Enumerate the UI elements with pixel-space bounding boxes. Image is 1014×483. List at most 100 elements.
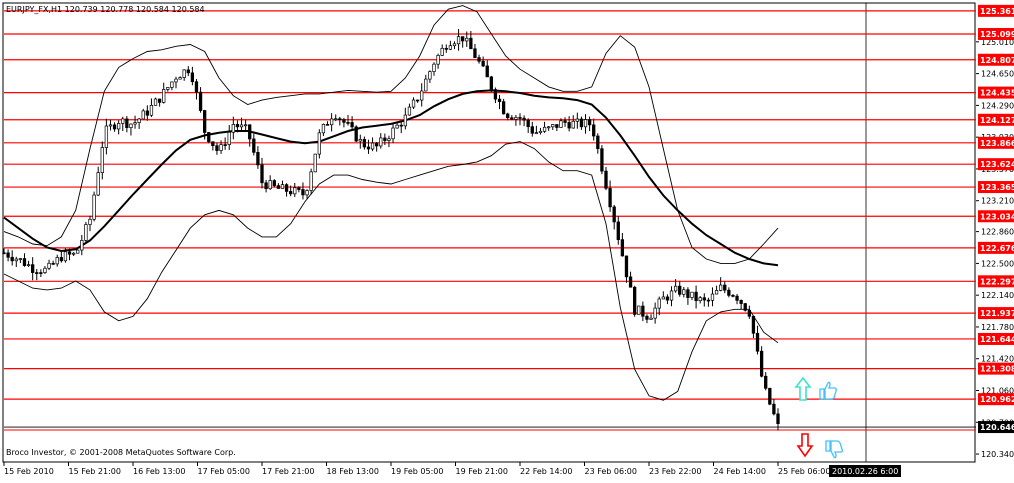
candle-body [547,126,551,129]
candle-body [6,252,10,258]
candle-body [10,256,14,262]
candle-body [399,124,403,127]
candle-body [714,290,719,295]
candle-body [178,77,182,80]
candle-body [18,258,23,260]
candle-body [514,117,518,120]
candle [633,285,637,317]
candle-body [153,98,158,106]
candle-body [551,124,555,128]
candle-body [747,309,751,317]
x-tick-label: 15 Feb 2010 [4,467,54,476]
y-tick-label: 124.290 [981,101,1014,110]
candle-body [649,317,653,320]
candle-body [403,114,407,127]
candle-body [268,180,272,190]
candle-body [63,251,68,262]
y-tick-label: 124.650 [981,70,1014,79]
candle-body [59,257,63,262]
candle-body [612,206,616,223]
candle-body [592,124,596,137]
candle-body [510,117,514,120]
candle-body [567,122,571,129]
candle-body [698,297,702,302]
candle-body [424,78,428,92]
candle-body [211,141,215,147]
candle-body [157,98,162,103]
candle-body [141,110,145,120]
candle-body [387,138,391,141]
candle-body [587,119,592,126]
candle-body [759,350,764,377]
price-label: 120.646 [980,423,1014,432]
candle-body [755,332,760,352]
candle-body [719,284,723,291]
candle-body [88,218,92,225]
x-tick-label: 23 Feb 22:00 [649,467,701,476]
candle-body [530,126,534,134]
candle-body [96,172,100,196]
candle-body [702,297,706,301]
candle-body [219,144,223,151]
candle-body [358,138,362,142]
candle [637,305,641,315]
candle-body [608,187,612,208]
level-label: 123.365 [980,183,1014,192]
candle-body [284,184,289,192]
candle-body [162,89,166,103]
level-label: 122.297 [980,277,1014,286]
candle-body [227,131,231,145]
candle-body [260,164,264,184]
candle-body [690,291,694,298]
candle-body [440,47,444,56]
candle [317,129,321,159]
candle-body [657,298,661,309]
candle-body [407,106,412,116]
candle-body [555,124,559,128]
candle-body [231,124,235,133]
candle-body [309,171,313,191]
candle-body [776,413,780,424]
candle-body [55,257,59,265]
candle-body [104,125,109,148]
candle-body [600,148,604,172]
candle-body [338,118,342,121]
candle-body [215,145,219,151]
y-tick-label: 123.210 [981,197,1014,206]
level-label: 125.361 [980,7,1014,16]
candle-body [350,122,354,128]
level-label: 123.866 [980,139,1014,148]
candle-body [575,118,579,122]
candle-body [239,124,244,128]
candle-body [735,295,739,301]
candle-body [301,189,305,196]
candle-body [2,252,6,255]
y-tick-label: 122.860 [981,228,1014,237]
candle-body [673,285,678,292]
candle-body [665,296,670,301]
candle-body [149,104,154,116]
candle-body [223,144,227,146]
candle-body [375,142,379,147]
candle-body [293,187,297,195]
candle-body [370,142,375,150]
x-tick-label: 23 Feb 06:00 [585,467,637,476]
candle-body [43,267,47,273]
candle-body [100,147,104,173]
candle-body [313,153,317,173]
candle-body [321,124,326,134]
x-tick-label: 24 Feb 14:00 [714,467,766,476]
candle [313,153,317,173]
candle-body [461,36,465,42]
candle-body [71,252,76,255]
candle-body [305,190,309,196]
candle-body [497,98,502,102]
level-label: 125.099 [980,30,1014,39]
candle-body [186,69,190,74]
x-tick-label: 25 Feb 06:00 [778,467,830,476]
candle-body [170,81,174,88]
candle-body [538,130,543,134]
candle-body [473,48,477,58]
candle-body [506,113,510,119]
candle-body [47,262,51,269]
